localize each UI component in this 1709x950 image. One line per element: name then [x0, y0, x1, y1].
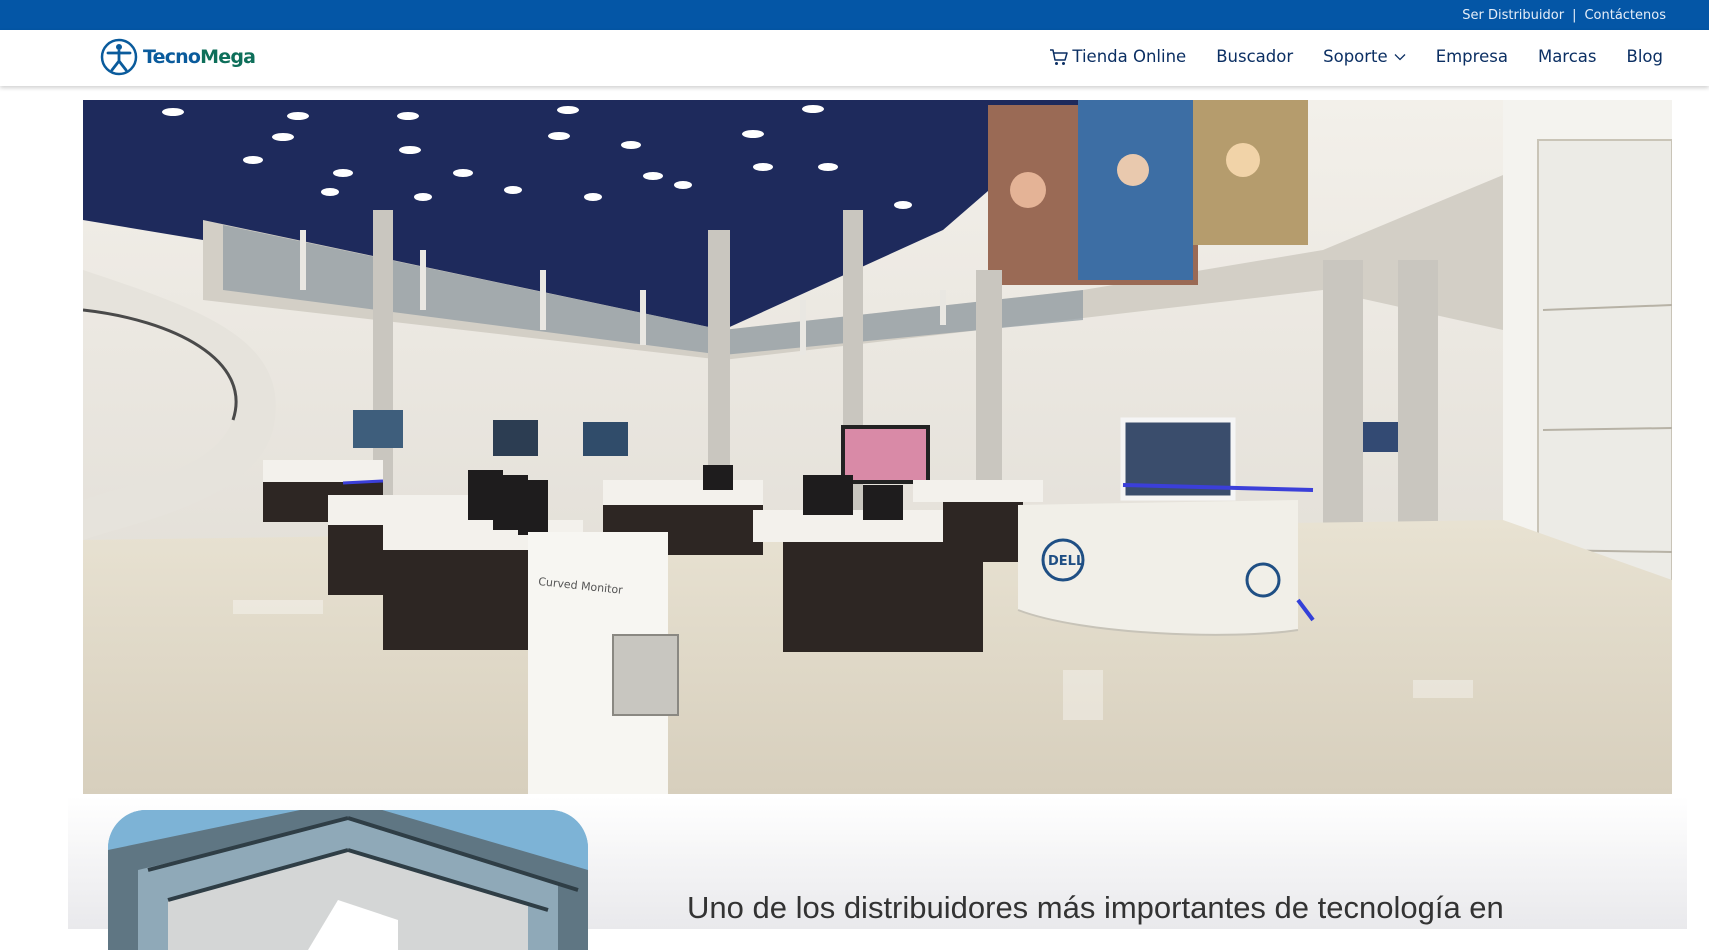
hero-showroom-image: Curved Monitor DELL — [83, 100, 1672, 794]
building-illustration — [108, 810, 588, 950]
showroom-illustration: Curved Monitor DELL — [83, 100, 1672, 794]
main-navbar: TecnoMega Tienda Online Buscador Soporte… — [0, 30, 1709, 86]
nav-company-label: Empresa — [1435, 47, 1508, 66]
primary-nav: Tienda Online Buscador Soporte Empresa M… — [1049, 47, 1663, 66]
top-utility-bar: Ser Distribuidor | Contáctenos — [0, 0, 1709, 30]
nav-blog-label: Blog — [1626, 47, 1663, 66]
booth-brand: DELL — [1048, 554, 1084, 569]
nav-online-store-label: Tienda Online — [1072, 47, 1187, 66]
nav-support-label: Soporte — [1323, 47, 1388, 66]
be-distributor-link[interactable]: Ser Distribuidor — [1462, 8, 1564, 23]
nav-company[interactable]: Empresa — [1436, 47, 1508, 66]
logo-wordmark: TecnoMega — [143, 46, 256, 68]
chevron-down-icon — [1394, 53, 1406, 60]
site-logo[interactable]: TecnoMega — [100, 38, 256, 76]
utility-links: Ser Distribuidor | Contáctenos — [1462, 8, 1666, 23]
building-photo — [108, 810, 588, 950]
about-heading: Uno de los distribuidores más importante… — [687, 890, 1504, 925]
nav-brands-label: Marcas — [1537, 47, 1597, 66]
nav-online-store[interactable]: Tienda Online — [1049, 47, 1186, 66]
nav-brands[interactable]: Marcas — [1538, 47, 1597, 66]
nav-search-label: Buscador — [1216, 47, 1294, 66]
nav-support[interactable]: Soporte — [1323, 47, 1406, 66]
utility-separator: | — [1572, 8, 1577, 23]
contact-link[interactable]: Contáctenos — [1584, 8, 1666, 23]
shopping-cart-icon — [1050, 48, 1069, 65]
nav-blog[interactable]: Blog — [1627, 47, 1663, 66]
about-section: Uno de los distribuidores más importante… — [68, 796, 1687, 950]
logo-figure-icon — [100, 38, 138, 76]
nav-search[interactable]: Buscador — [1216, 47, 1293, 66]
